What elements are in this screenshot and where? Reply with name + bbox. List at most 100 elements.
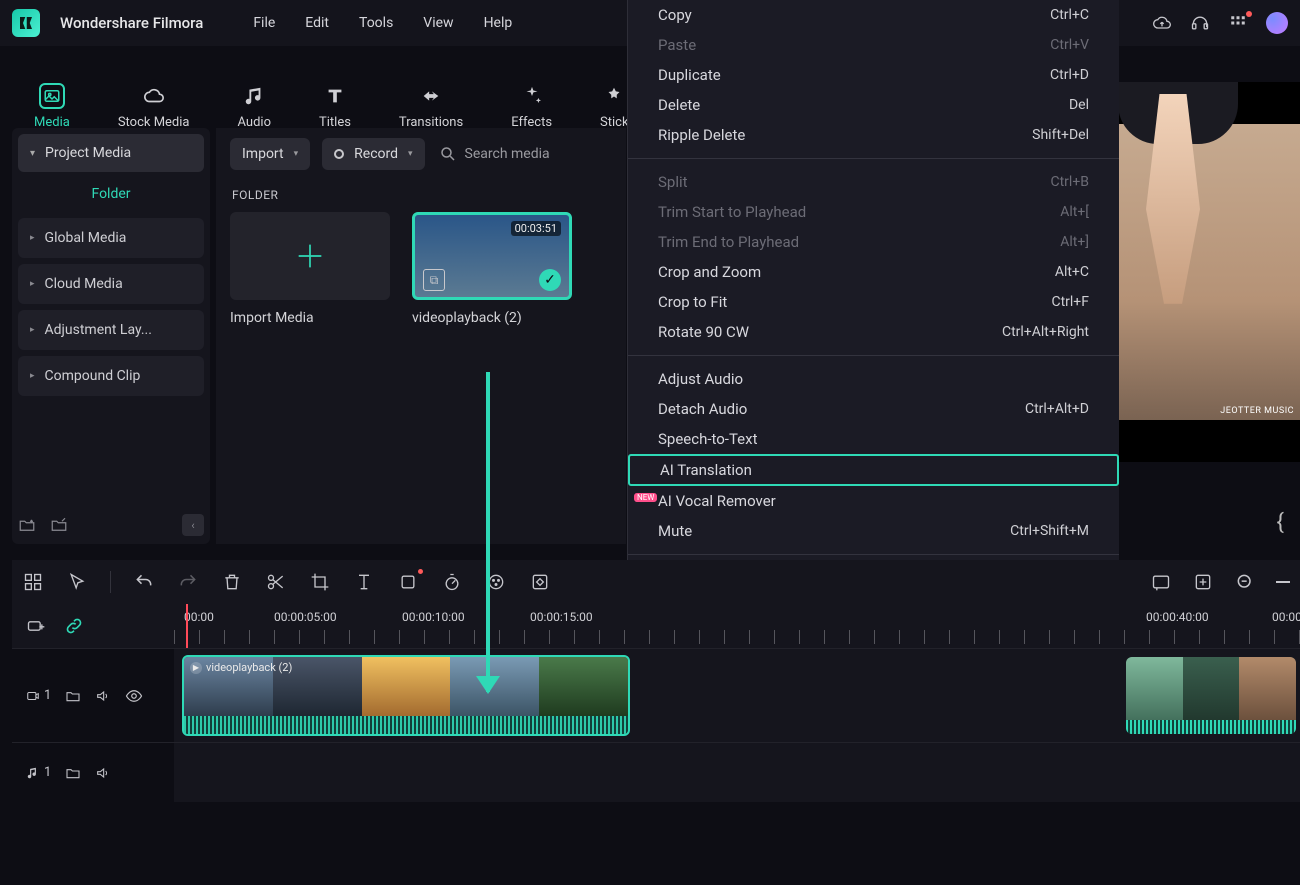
tab-titles[interactable]: Titles [319, 83, 351, 130]
timeline-tracks: 1 ▶videoplayback (2) 1 [12, 648, 1300, 885]
mute-track-icon[interactable] [95, 688, 111, 704]
timeline-ruler[interactable]: 00:0000:00:05:0000:00:10:0000:00:15:0000… [12, 604, 1300, 648]
speed-icon[interactable] [441, 571, 463, 593]
ctx-ai-vocal-remover[interactable]: NEWAI Vocal Remover [628, 486, 1119, 516]
menu-file[interactable]: File [253, 15, 275, 31]
menu-help[interactable]: Help [484, 15, 513, 31]
ruler-time-label: 00:00 [1272, 610, 1300, 624]
import-media-tile[interactable] [230, 212, 390, 300]
marker-list-icon[interactable] [1150, 571, 1172, 593]
lock-audio-icon[interactable] [65, 765, 81, 781]
apps-icon[interactable] [1228, 13, 1248, 33]
sidebar-item-cloud-media[interactable]: ▸Cloud Media [18, 264, 204, 304]
ctx-crop-to-fit[interactable]: Crop to FitCtrl+F [628, 287, 1119, 317]
menu-view[interactable]: View [423, 15, 453, 31]
preview-window: JEOTTER MUSIC [1118, 82, 1300, 462]
delete-icon[interactable] [221, 571, 243, 593]
delete-folder-icon[interactable] [50, 516, 68, 534]
tab-effects[interactable]: Effects [511, 83, 552, 130]
search-media[interactable]: Search media [439, 145, 550, 163]
folder-heading: Folder [18, 172, 204, 212]
add-track-icon[interactable] [26, 616, 46, 636]
media-panel: Import▾ Record▾ Search media FOLDER Impo… [216, 128, 626, 544]
lock-icon[interactable] [65, 688, 81, 704]
ctx-ripple-delete[interactable]: Ripple DeleteShift+Del [628, 120, 1119, 150]
clip-duration: 00:03:51 [511, 221, 561, 236]
sparkle-icon [519, 83, 545, 109]
tab-transitions[interactable]: Transitions [399, 83, 463, 130]
collapse-sidebar-button[interactable]: ‹ [182, 514, 204, 536]
tab-media[interactable]: Media [34, 83, 70, 130]
link-icon[interactable] [64, 616, 84, 636]
timeline-clip-main[interactable]: ▶videoplayback (2) [182, 655, 630, 736]
add-marker-icon[interactable] [1192, 571, 1214, 593]
zoom-slider[interactable] [1276, 581, 1290, 583]
headset-icon[interactable] [1190, 13, 1210, 33]
annotation-arrow [486, 372, 490, 692]
ctx-trim-end-to-playhead: Trim End to PlayheadAlt+] [628, 227, 1119, 257]
keyframe-icon[interactable] [529, 571, 551, 593]
clip-name-label: videoplayback (2) [412, 310, 522, 326]
tracking-icon[interactable] [397, 571, 419, 593]
tool-tabs: Media Stock Media Audio Titles Transitio… [12, 50, 651, 130]
ctx-ai-translation[interactable]: AI Translation [628, 454, 1119, 486]
ctx-crop-and-zoom[interactable]: Crop and ZoomAlt+C [628, 257, 1119, 287]
record-dropdown[interactable]: Record▾ [322, 138, 424, 170]
redo-icon[interactable] [177, 571, 199, 593]
project-media-chip[interactable]: ▾ Project Media [18, 134, 204, 172]
ctx-paste: PasteCtrl+V [628, 30, 1119, 60]
timeline-clip-secondary[interactable] [1126, 657, 1296, 734]
audio-track: 1 [12, 742, 1300, 802]
undo-icon[interactable] [133, 571, 155, 593]
tab-stock-media[interactable]: Stock Media [118, 83, 190, 130]
ctx-speech-to-text[interactable]: Speech-to-Text [628, 424, 1119, 454]
visibility-icon[interactable] [125, 687, 143, 705]
cursor-icon[interactable] [66, 571, 88, 593]
check-icon: ✓ [539, 269, 561, 291]
import-media-label: Import Media [230, 310, 314, 326]
mute-audio-icon[interactable] [95, 765, 111, 781]
crop-icon[interactable] [309, 571, 331, 593]
layout-icon[interactable] [22, 571, 44, 593]
folder-section-label: FOLDER [232, 188, 610, 202]
cloud-icon[interactable] [1152, 13, 1172, 33]
ctx-copy[interactable]: CopyCtrl+C [628, 0, 1119, 30]
record-icon [334, 149, 344, 159]
ctx-trim-start-to-playhead: Trim Start to PlayheadAlt+[ [628, 197, 1119, 227]
media-clip-thumbnail[interactable]: 00:03:51 ⧉ ✓ [412, 212, 572, 300]
ctx-rotate-90-cw[interactable]: Rotate 90 CWCtrl+Alt+Right [628, 317, 1119, 347]
ctx-mute[interactable]: MuteCtrl+Shift+M [628, 516, 1119, 546]
ctx-split: SplitCtrl+B [628, 167, 1119, 197]
app-logo [12, 9, 40, 37]
app-title: Wondershare Filmora [60, 14, 203, 32]
ctx-duplicate[interactable]: DuplicateCtrl+D [628, 60, 1119, 90]
chevron-down-icon: ▾ [30, 148, 35, 159]
media-sidebar: ▾ Project Media Folder ▸Global Media ▸Cl… [12, 128, 210, 544]
sidebar-item-compound-clip[interactable]: ▸Compound Clip [18, 356, 204, 396]
preview-watermark: JEOTTER MUSIC [1220, 406, 1294, 416]
avatar[interactable] [1266, 12, 1288, 34]
ruler-time-label: 00:00:05:00 [274, 610, 337, 624]
ctx-delete[interactable]: DeleteDel [628, 90, 1119, 120]
video-track-label: 1 [26, 688, 51, 703]
ctx-adjust-audio[interactable]: Adjust Audio [628, 364, 1119, 394]
text-icon [322, 83, 348, 109]
ctx-detach-audio[interactable]: Detach AudioCtrl+Alt+D [628, 394, 1119, 424]
split-icon[interactable] [265, 571, 287, 593]
text-tool-icon[interactable] [353, 571, 375, 593]
preview-frame: JEOTTER MUSIC [1118, 124, 1300, 420]
tab-stickers[interactable]: Stick [600, 83, 629, 130]
clip-type-icon: ⧉ [423, 269, 445, 291]
menu-tools[interactable]: Tools [359, 15, 393, 31]
import-dropdown[interactable]: Import▾ [230, 138, 310, 170]
new-folder-icon[interactable] [18, 516, 36, 534]
zoom-out-icon[interactable] [1234, 571, 1256, 593]
audio-track-label: 1 [26, 765, 51, 780]
ruler-time-label: 00:00:40:00 [1146, 610, 1209, 624]
ruler-time-label: 00:00 [184, 610, 214, 624]
sidebar-item-global-media[interactable]: ▸Global Media [18, 218, 204, 258]
sidebar-item-adjustment-layer[interactable]: ▸Adjustment Lay... [18, 310, 204, 350]
image-icon [39, 83, 65, 109]
tab-audio[interactable]: Audio [238, 83, 271, 130]
menu-edit[interactable]: Edit [305, 15, 329, 31]
